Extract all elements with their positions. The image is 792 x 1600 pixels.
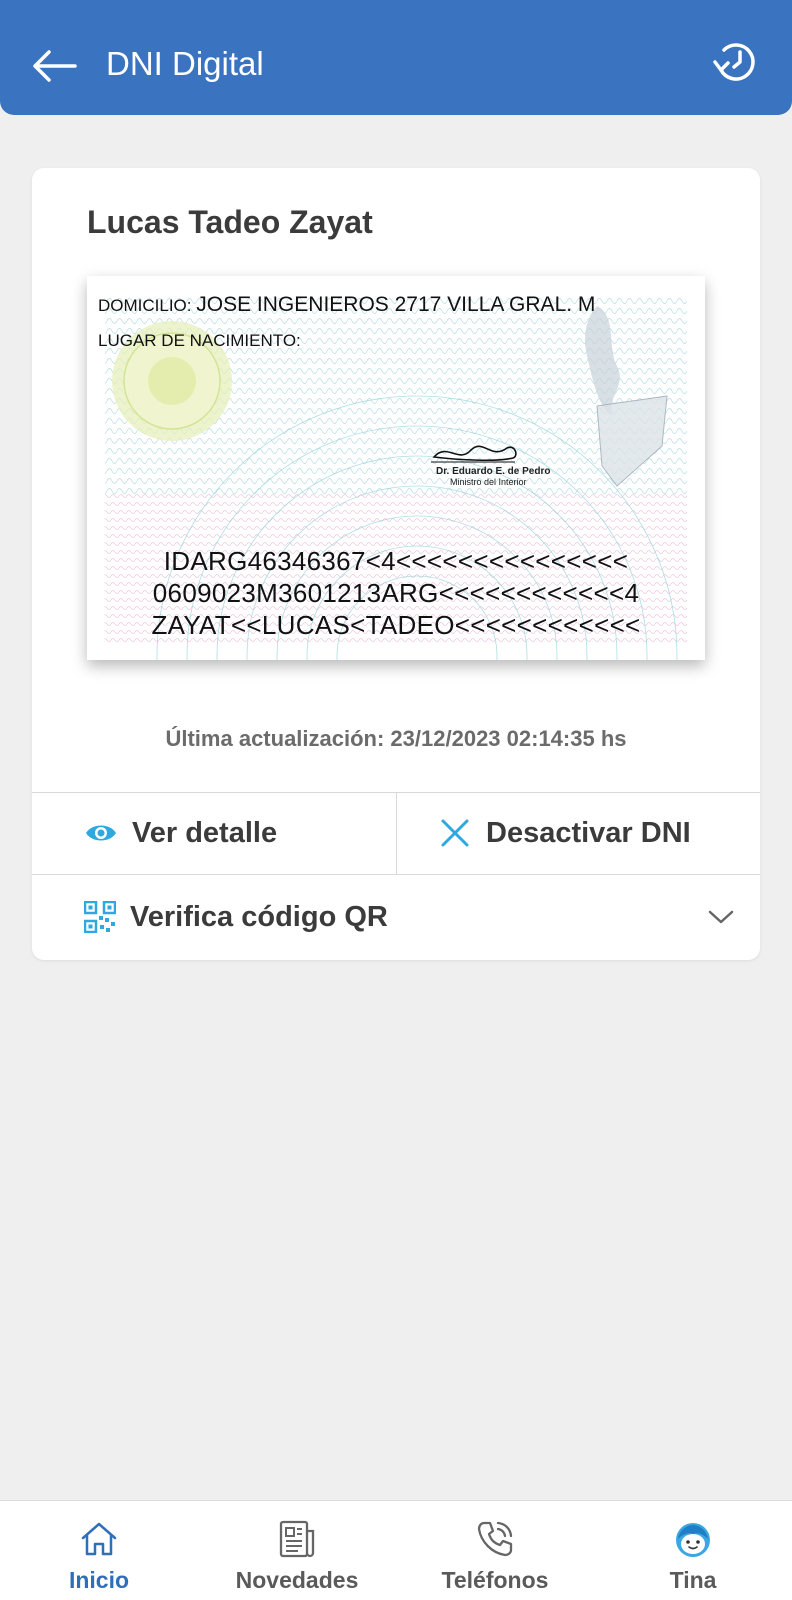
divider [32, 874, 760, 875]
signatory-name: Dr. Eduardo E. de Pedro [436, 466, 551, 477]
deactivate-dni-label: Desactivar DNI [486, 816, 691, 849]
refresh-clock-icon [713, 43, 755, 81]
newspaper-icon [279, 1520, 315, 1558]
nav-telefonos-label: Teléfonos [441, 1567, 549, 1593]
nav-tina-label: Tina [669, 1567, 717, 1593]
eye-icon [86, 825, 116, 841]
deactivate-dni-button[interactable]: Desactivar DNI [440, 798, 750, 868]
verify-qr-label: Verifica código QR [130, 900, 388, 933]
dni-card: Lucas Tadeo Zayat DOMICILIO: JOSE INGENI… [32, 168, 760, 960]
view-detail-label: Ver detalle [132, 816, 278, 849]
chevron-down-icon [708, 910, 734, 924]
app-header: DNI Digital [0, 0, 792, 115]
domicilio-value: JOSE INGENIEROS 2717 VILLA GRAL. M [196, 293, 596, 316]
mrz-line-1: IDARG46346367<4<<<<<<<<<<<<<<< [163, 546, 629, 576]
nav-tina[interactable]: Tina [594, 1501, 792, 1600]
bottom-navigation: Inicio Novedades Teléfonos Tina [0, 1500, 792, 1600]
holder-name: Lucas Tadeo Zayat [87, 204, 373, 240]
view-detail-button[interactable]: Ver detalle [84, 798, 390, 868]
mrz-line-2: 0609023M3601213ARG<<<<<<<<<<<<4 [152, 578, 640, 608]
tina-face-icon [676, 1523, 710, 1557]
domicilio-label: DOMICILIO: [98, 296, 192, 315]
verify-qr-row[interactable]: Verifica código QR [84, 880, 734, 954]
domicilio-row: DOMICILIO: JOSE INGENIEROS 2717 VILLA GR… [98, 293, 628, 317]
divider [396, 792, 397, 874]
mrz-line-3: ZAYAT<<LUCAS<TADEO<<<<<<<<<<<< [151, 610, 641, 640]
page-title: DNI Digital [106, 45, 264, 82]
qr-code-icon [84, 901, 116, 933]
nav-novedades[interactable]: Novedades [198, 1501, 396, 1600]
back-button[interactable] [28, 44, 80, 88]
nav-novedades-label: Novedades [235, 1567, 359, 1593]
close-icon [441, 819, 469, 847]
nav-inicio-label: Inicio [68, 1567, 130, 1593]
signatory-role: Ministro del Interior [450, 477, 527, 487]
nav-telefonos[interactable]: Teléfonos [396, 1501, 594, 1600]
nacimiento-label: LUGAR DE NACIMIENTO: [98, 331, 301, 350]
home-icon [81, 1522, 117, 1556]
last-update-text: Última actualización: 23/12/2023 02:14:3… [165, 726, 627, 751]
dni-back-image: DOMICILIO: JOSE INGENIEROS 2717 VILLA GR… [87, 276, 705, 660]
arrow-left-icon [33, 50, 77, 82]
nav-inicio[interactable]: Inicio [0, 1501, 198, 1600]
phone-icon [477, 1521, 513, 1557]
refresh-button[interactable] [708, 34, 762, 88]
